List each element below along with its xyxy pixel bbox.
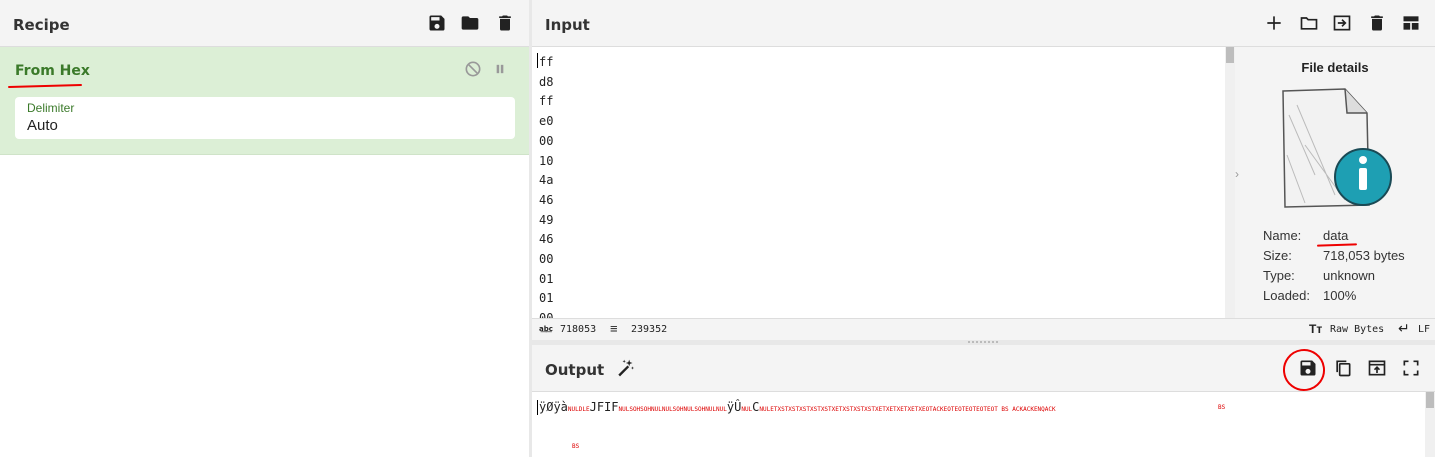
input-length: 718053 [560,324,597,335]
output-scrollbar-thumb[interactable] [1426,392,1434,408]
output-text: ÿØÿà [539,400,568,414]
magic-wand-icon[interactable] [614,357,636,379]
input-line: ff [539,55,554,69]
clear-recipe-trash-icon[interactable] [494,12,516,34]
input-line: 10 [539,153,554,168]
file-size-label: Size: [1263,248,1292,263]
from-hex-operation[interactable]: From Hex Delimiter Auto [0,47,529,155]
input-line: 00 [539,133,554,148]
control-chars: NUL [741,406,753,413]
encoding-value[interactable]: Raw Bytes [1330,324,1384,335]
output-textarea[interactable]: ÿØÿàNULDLEJFIFNULSOHSOHNULNULSOHNULSOHNU… [532,392,1425,457]
text-encoding-icon[interactable]: Tт [1309,322,1322,336]
input-line: 4a [539,173,554,188]
annotation-underline [7,84,83,88]
input-line: 00 [539,252,554,267]
recipe-header: Recipe [0,0,529,47]
file-name-label: Name: [1263,228,1302,243]
eol-icon[interactable]: ↵ [1398,320,1410,337]
input-line-count: 239352 [631,324,668,335]
save-recipe-icon[interactable] [426,12,448,34]
input-line: 01 [539,291,554,306]
input-lines: ff d8 ff e0 00 10 4a 46 49 46 00 01 01 0… [539,53,553,318]
delimiter-label: Delimiter [27,101,75,115]
input-line: e0 [539,114,554,129]
load-recipe-folder-icon[interactable] [459,12,481,34]
maximise-output-icon[interactable] [1400,357,1422,379]
file-type-label: Type: [1263,268,1295,283]
control-chars: NULDLE [567,406,590,413]
input-textarea[interactable]: ff d8 ff e0 00 10 4a 46 49 46 00 01 01 0… [532,47,1225,318]
file-info-icon [1275,85,1405,215]
copy-output-icon[interactable] [1332,357,1354,379]
annotation-underline [1316,243,1358,247]
input-title: Input [545,16,590,34]
input-line: 46 [539,192,554,207]
input-line: ff [539,94,554,109]
control-chars: BS [1218,404,1226,411]
reset-layout-icon[interactable] [1400,12,1422,34]
file-size-value: 718,053 bytes [1323,248,1405,263]
text-cursor [537,53,538,68]
disable-operation-icon[interactable] [462,58,484,80]
file-name-value: data [1323,228,1349,243]
recipe-title: Recipe [13,16,70,34]
control-chars: NULETXSTXSTXSTXSTXSTXETXSTXSTXSTXETXETXE… [759,406,1056,413]
text-cursor [537,400,538,415]
add-input-plus-icon[interactable] [1263,12,1285,34]
output-text: ÿÛ [726,400,742,414]
input-status-bar: a͟b͟c 718053 ≡ 239352 Tт Raw Bytes ↵ LF [532,318,1435,341]
input-line: 00 [539,309,553,318]
input-line: 46 [539,232,554,247]
control-chars: NULSOHSOHNULNULSOHNULSOHNULNUL [618,406,727,413]
file-details-panel: › File details Name: data Size: 718,053 … [1235,47,1435,318]
input-scrollbar-thumb[interactable] [1226,47,1234,63]
annotation-circle [1280,346,1328,394]
output-line-1: ÿØÿàNULDLEJFIFNULSOHSOHNULNULSOHNULSOHNU… [539,400,1056,414]
input-line: d8 [539,74,554,89]
clear-input-trash-icon[interactable] [1366,12,1388,34]
input-header: Input [532,0,1435,47]
input-line: 01 [539,271,554,286]
open-folder-icon[interactable] [1298,12,1320,34]
file-loaded-value: 100% [1323,288,1357,303]
output-text: JFIF [589,400,619,414]
input-scrollbar[interactable] [1225,47,1235,318]
operation-name: From Hex [15,63,90,79]
pause-operation-icon[interactable] [489,58,511,80]
delimiter-field[interactable]: Delimiter Auto [15,97,515,139]
delimiter-value: Auto [27,117,58,134]
control-chars: BS [572,443,580,450]
file-type-value: unknown [1323,268,1376,283]
file-loaded-label: Loaded: [1263,288,1310,303]
length-icon: a͟b͟c [539,325,553,333]
collapse-details-handle[interactable]: › [1235,167,1243,197]
output-scrollbar[interactable] [1425,392,1435,457]
replace-input-icon[interactable] [1366,357,1388,379]
output-title: Output [545,361,605,379]
input-line: 49 [539,212,554,227]
eol-value[interactable]: LF [1418,324,1430,335]
output-header: Output [532,345,1435,394]
file-details-title: File details [1301,60,1369,75]
lines-icon: ≡ [610,321,618,336]
open-file-import-icon[interactable] [1331,12,1353,34]
